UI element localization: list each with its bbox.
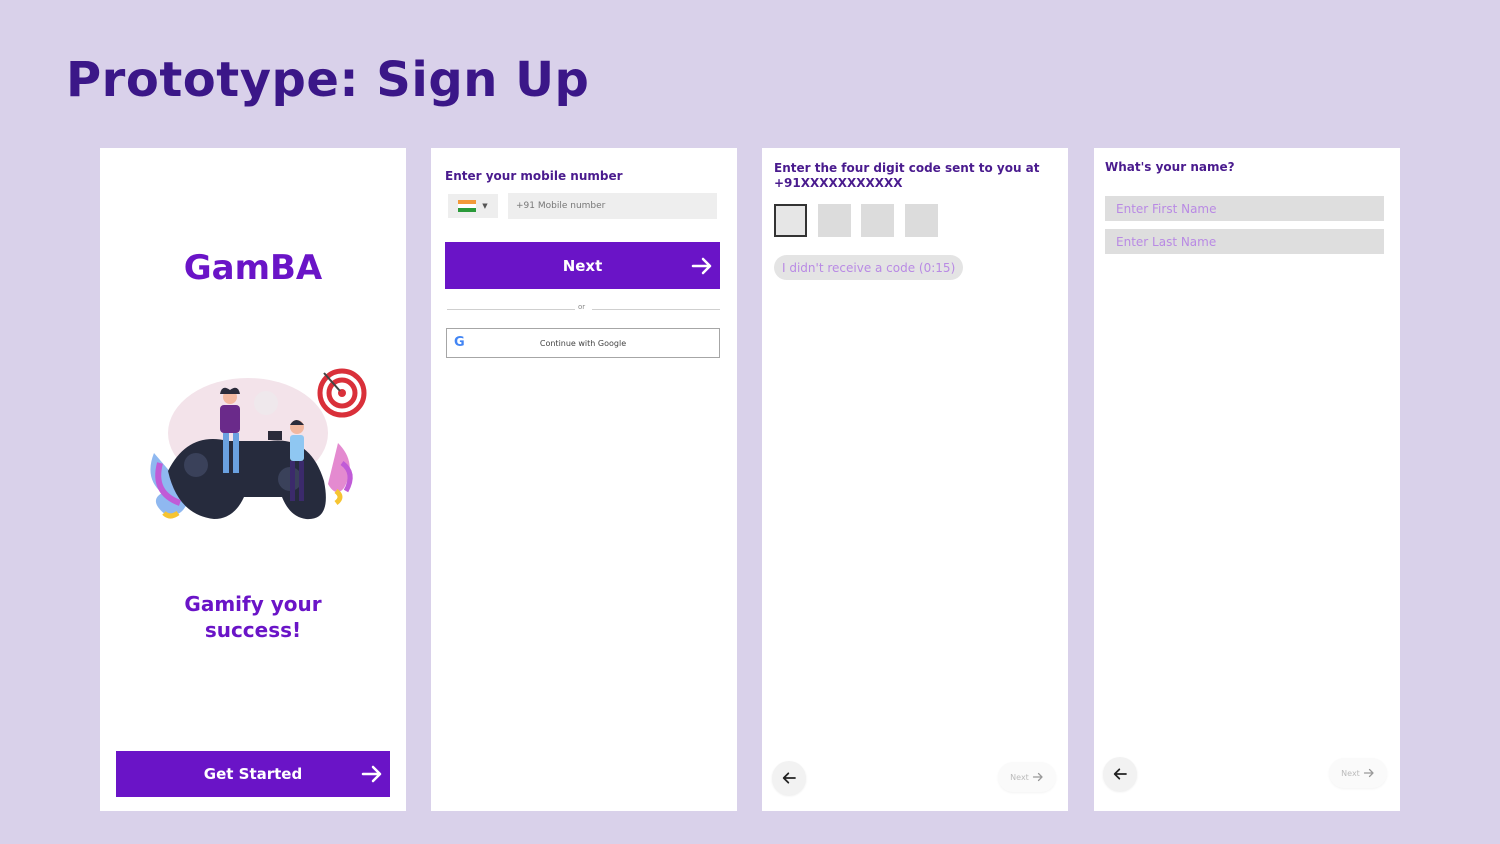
next-small-label: Next xyxy=(1341,768,1360,778)
arrow-right-icon xyxy=(1032,772,1043,782)
next-small-label: Next xyxy=(1010,772,1029,782)
mobile-number-input[interactable] xyxy=(508,193,717,219)
code-digit-3[interactable] xyxy=(861,204,894,237)
tagline-line-2: success! xyxy=(204,618,302,642)
arrow-right-icon xyxy=(1363,768,1374,778)
slide-title: Prototype: Sign Up xyxy=(66,52,590,108)
next-label: Next xyxy=(562,256,603,275)
chevron-down-icon: ▼ xyxy=(482,202,488,210)
arrow-left-icon xyxy=(782,772,796,784)
mobile-number-screen: Enter your mobile number ▼ Next or G Con… xyxy=(431,148,737,811)
arrow-left-icon xyxy=(1113,768,1127,780)
code-prompt: Enter the four digit code sent to you at xyxy=(774,161,1040,175)
resend-code-button[interactable]: I didn't receive a code (0:15) xyxy=(774,255,964,280)
country-code-select[interactable]: ▼ xyxy=(448,194,498,218)
masked-phone-number: +91XXXXXXXXXXX xyxy=(774,176,903,190)
name-screen: What's your name? Next xyxy=(1094,148,1400,811)
last-name-input[interactable] xyxy=(1105,229,1384,254)
back-button[interactable] xyxy=(1103,757,1137,791)
next-button-disabled[interactable]: Next xyxy=(1329,758,1387,788)
app-brand: GamBA xyxy=(183,248,323,288)
arrow-right-icon xyxy=(361,765,382,783)
divider-text: or xyxy=(578,303,586,311)
arrow-right-icon xyxy=(691,257,712,274)
first-name-input[interactable] xyxy=(1105,196,1384,221)
code-digit-1[interactable] xyxy=(774,204,807,237)
india-flag-icon xyxy=(458,200,477,212)
code-digit-2[interactable] xyxy=(818,204,851,237)
name-prompt: What's your name? xyxy=(1105,160,1235,174)
google-label: Continue with Google xyxy=(539,338,627,348)
tagline-line-1: Gamify your xyxy=(184,592,322,616)
google-g-icon: G xyxy=(454,335,465,350)
tagline: Gamify your success! xyxy=(100,591,406,643)
gaming-illustration xyxy=(150,368,367,520)
welcome-screen: GamBA Gamify your success! Get Started xyxy=(100,148,406,811)
mobile-prompt: Enter your mobile number xyxy=(445,169,623,183)
get-started-label: Get Started xyxy=(203,765,303,783)
continue-with-google-button[interactable]: G Continue with Google xyxy=(446,328,720,358)
get-started-button[interactable]: Get Started xyxy=(116,751,390,797)
next-button-disabled[interactable]: Next xyxy=(998,762,1056,792)
verification-code-screen: Enter the four digit code sent to you at… xyxy=(762,148,1068,811)
code-digit-4[interactable] xyxy=(905,204,938,237)
or-divider: or xyxy=(447,303,720,311)
back-button[interactable] xyxy=(772,761,806,795)
next-button[interactable]: Next xyxy=(445,242,720,289)
